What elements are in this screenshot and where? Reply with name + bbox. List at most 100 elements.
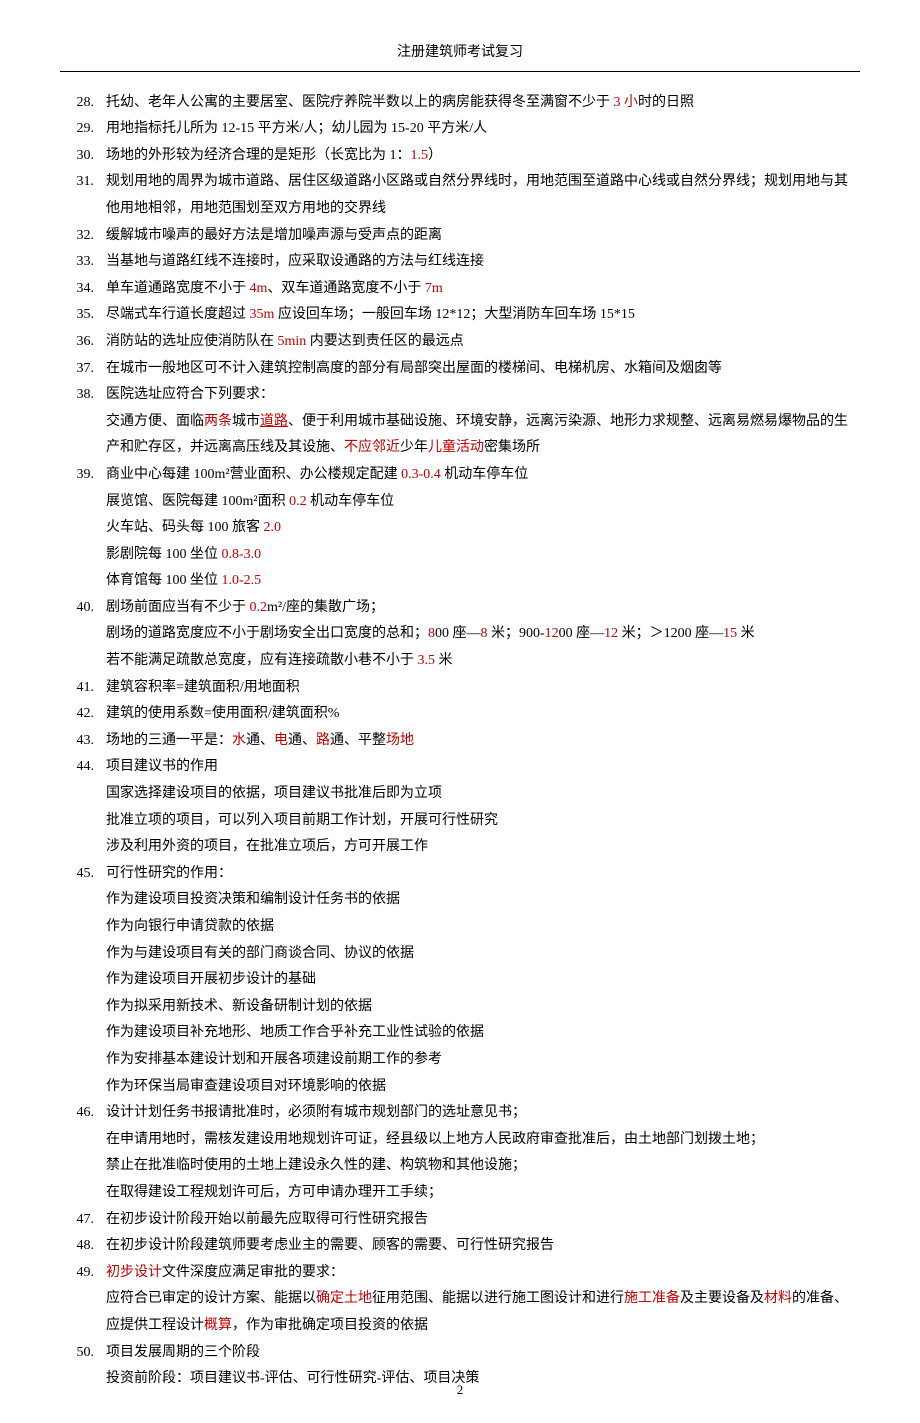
item-number: 29. <box>60 116 106 143</box>
text-line: 作为安排基本建设计划和开展各项建设前期工作的参考 <box>106 1047 860 1074</box>
text-segment: 国家选择建设项目的依据，项目建议书批准后即为立项 <box>106 786 442 801</box>
text-line: 应符合已审定的设计方案、能据以确定土地征用范围、能据以进行施工图设计和进行施工准… <box>106 1286 860 1339</box>
text-line: 作为建设项目投资决策和编制设计任务书的依据 <box>106 887 860 914</box>
text-segment: 4m <box>250 281 268 296</box>
text-segment: 设计计划任务书报请批准时，必须附有城市规划部门的选址意见书； <box>106 1105 526 1120</box>
text-segment: 不应邻近 <box>344 440 400 455</box>
text-segment: 米 <box>435 653 453 668</box>
text-line: 规划用地的周界为城市道路、居住区级道路小区路或自然分界线时，用地范围至道路中心线… <box>106 169 860 222</box>
text-segment: 电 <box>274 733 288 748</box>
text-segment: m²/座的集散广场； <box>267 600 384 615</box>
text-segment: 2.0 <box>264 520 282 535</box>
text-segment: 作为建设项目投资决策和编制设计任务书的依据 <box>106 892 400 907</box>
text-line: 项目建议书的作用 <box>106 754 860 781</box>
text-segment: 作为与建设项目有关的部门商谈合同、协议的依据 <box>106 946 414 961</box>
text-segment: 作为拟采用新技术、新设备研制计划的依据 <box>106 999 372 1014</box>
text-segment: 在初步设计阶段建筑师要考虑业主的需要、顾客的需要、可行性研究报告 <box>106 1238 554 1253</box>
text-segment: 尽端式车行道长度超过 <box>106 307 250 322</box>
text-line: 尽端式车行道长度超过 35m 应设回车场；一般回车场 12*12；大型消防车回车… <box>106 302 860 329</box>
item-content: 设计计划任务书报请批准时，必须附有城市规划部门的选址意见书；在申请用地时，需核发… <box>106 1100 860 1206</box>
list-item: 39.商业中心每建 100m²营业面积、办公楼规定配建 0.3-0.4 机动车停… <box>60 462 860 595</box>
list-item: 45.可行性研究的作用：作为建设项目投资决策和编制设计任务书的依据作为向银行申请… <box>60 861 860 1100</box>
text-segment: 0.2 <box>289 494 307 509</box>
item-content: 托幼、老年人公寓的主要居室、医院疗养院半数以上的病房能获得冬至满窗不少于 3 小… <box>106 90 860 117</box>
item-content: 用地指标托儿所为 12-15 平方米/人；幼儿园为 15-20 平方米/人 <box>106 116 860 143</box>
text-line: 缓解城市噪声的最好方法是增加噪声源与受声点的距离 <box>106 223 860 250</box>
text-segment: 体育馆每 100 坐位 <box>106 573 222 588</box>
text-segment: 文件深度应满足审批的要求： <box>162 1265 344 1280</box>
list-item: 35.尽端式车行道长度超过 35m 应设回车场；一般回车场 12*12；大型消防… <box>60 302 860 329</box>
text-segment: 7m <box>425 281 443 296</box>
item-content: 可行性研究的作用：作为建设项目投资决策和编制设计任务书的依据作为向银行申请贷款的… <box>106 861 860 1100</box>
text-segment: 少年 <box>400 440 428 455</box>
text-line: 在城市一般地区可不计入建筑控制高度的部分有局部突出屋面的楼梯间、电梯机房、水箱间… <box>106 356 860 383</box>
text-segment: 场地的三通一平是： <box>106 733 232 748</box>
text-segment: 施工准备 <box>624 1291 680 1306</box>
text-segment: 35m <box>250 307 275 322</box>
text-line: 初步设计文件深度应满足审批的要求： <box>106 1260 860 1287</box>
text-segment: 作为环保当局审查建设项目对环境影响的依据 <box>106 1079 386 1094</box>
item-content: 建筑的使用系数=使用面积/建筑面积% <box>106 701 860 728</box>
text-segment: 场地的外形较为经济合理的是矩形（长宽比为 1： <box>106 148 411 163</box>
text-segment: 规划用地的周界为城市道路、居住区级道路小区路或自然分界线时，用地范围至道路中心线… <box>106 174 848 216</box>
text-segment: 剧场前面应当有不少于 <box>106 600 250 615</box>
list-item: 34.单车道通路宽度不小于 4m、双车道通路宽度不小于 7m <box>60 276 860 303</box>
item-number: 45. <box>60 861 106 888</box>
item-content: 在城市一般地区可不计入建筑控制高度的部分有局部突出屋面的楼梯间、电梯机房、水箱间… <box>106 356 860 383</box>
item-content: 医院选址应符合下列要求：交通方便、面临两条城市道路、便于利用城市基础设施、环境安… <box>106 382 860 462</box>
text-segment: 展览馆、医院每建 100m²面积 <box>106 494 289 509</box>
text-segment: 剧场的道路宽度应不小于剧场安全出口宽度的总和； <box>106 626 428 641</box>
text-line: 在初步设计阶段建筑师要考虑业主的需要、顾客的需要、可行性研究报告 <box>106 1233 860 1260</box>
text-line: 场地的三通一平是：水通、电通、路通、平整场地 <box>106 728 860 755</box>
text-segment: 通、 <box>288 733 316 748</box>
item-content: 剧场前面应当有不少于 0.2m²/座的集散广场；剧场的道路宽度应不小于剧场安全出… <box>106 595 860 675</box>
item-content: 尽端式车行道长度超过 35m 应设回车场；一般回车场 12*12；大型消防车回车… <box>106 302 860 329</box>
text-segment: 禁止在批准临时使用的土地上建设永久性的建、构筑物和其他设施； <box>106 1158 526 1173</box>
text-line: 托幼、老年人公寓的主要居室、医院疗养院半数以上的病房能获得冬至满窗不少于 3 小… <box>106 90 860 117</box>
list-item: 28.托幼、老年人公寓的主要居室、医院疗养院半数以上的病房能获得冬至满窗不少于 … <box>60 90 860 117</box>
text-segment: 15 <box>723 626 737 641</box>
item-number: 50. <box>60 1340 106 1367</box>
list-item: 37.在城市一般地区可不计入建筑控制高度的部分有局部突出屋面的楼梯间、电梯机房、… <box>60 356 860 383</box>
text-segment: 征用范围、能据以进行施工图设计和进行 <box>372 1291 624 1306</box>
text-segment: 在取得建设工程规划许可后，方可申请办理开工手续； <box>106 1185 442 1200</box>
item-content: 建筑容积率=建筑面积/用地面积 <box>106 675 860 702</box>
item-number: 30. <box>60 143 106 170</box>
page-header: 注册建筑师考试复习 <box>60 40 860 72</box>
item-number: 44. <box>60 754 106 781</box>
text-segment: 确定土地 <box>316 1291 372 1306</box>
list-item: 30.场地的外形较为经济合理的是矩形（长宽比为 1：1.5） <box>60 143 860 170</box>
text-line: 商业中心每建 100m²营业面积、办公楼规定配建 0.3-0.4 机动车停车位 <box>106 462 860 489</box>
text-segment: 12 <box>604 626 618 641</box>
item-number: 34. <box>60 276 106 303</box>
item-content: 商业中心每建 100m²营业面积、办公楼规定配建 0.3-0.4 机动车停车位展… <box>106 462 860 595</box>
text-segment: 建筑的使用系数=使用面积/建筑面积% <box>106 706 339 721</box>
text-segment: 3.5 <box>418 653 436 668</box>
text-segment: 涉及利用外资的项目，在批准立项后，方可开展工作 <box>106 839 428 854</box>
text-segment: 00 座— <box>559 626 605 641</box>
text-segment: 当基地与道路红线不连接时，应采取设通路的方法与红线连接 <box>106 254 484 269</box>
list-item: 48.在初步设计阶段建筑师要考虑业主的需要、顾客的需要、可行性研究报告 <box>60 1233 860 1260</box>
text-segment: 消防站的选址应使消防队在 <box>106 334 278 349</box>
numbered-list: 28.托幼、老年人公寓的主要居室、医院疗养院半数以上的病房能获得冬至满窗不少于 … <box>60 90 860 1393</box>
text-line: 交通方便、面临两条城市道路、便于利用城市基础设施、环境安静，远离污染源、地形力求… <box>106 409 860 462</box>
text-line: 剧场的道路宽度应不小于剧场安全出口宽度的总和；800 座—8 米；900-120… <box>106 621 860 648</box>
text-line: 国家选择建设项目的依据，项目建议书批准后即为立项 <box>106 781 860 808</box>
item-content: 单车道通路宽度不小于 4m、双车道通路宽度不小于 7m <box>106 276 860 303</box>
list-item: 32.缓解城市噪声的最好方法是增加噪声源与受声点的距离 <box>60 223 860 250</box>
text-segment: 单车道通路宽度不小于 <box>106 281 250 296</box>
text-line: 禁止在批准临时使用的土地上建设永久性的建、构筑物和其他设施； <box>106 1153 860 1180</box>
text-segment: 00 座— <box>435 626 481 641</box>
item-number: 32. <box>60 223 106 250</box>
text-line: 在取得建设工程规划许可后，方可申请办理开工手续； <box>106 1180 860 1207</box>
item-number: 38. <box>60 382 106 409</box>
item-content: 场地的三通一平是：水通、电通、路通、平整场地 <box>106 728 860 755</box>
item-number: 37. <box>60 356 106 383</box>
text-segment: 0.3-0.4 <box>401 467 441 482</box>
list-item: 43.场地的三通一平是：水通、电通、路通、平整场地 <box>60 728 860 755</box>
text-segment: 1.5 <box>411 148 429 163</box>
text-segment: 项目建议书的作用 <box>106 759 218 774</box>
text-segment: ） <box>428 148 442 163</box>
text-line: 作为拟采用新技术、新设备研制计划的依据 <box>106 994 860 1021</box>
text-segment: 交通方便、面临 <box>106 414 204 429</box>
